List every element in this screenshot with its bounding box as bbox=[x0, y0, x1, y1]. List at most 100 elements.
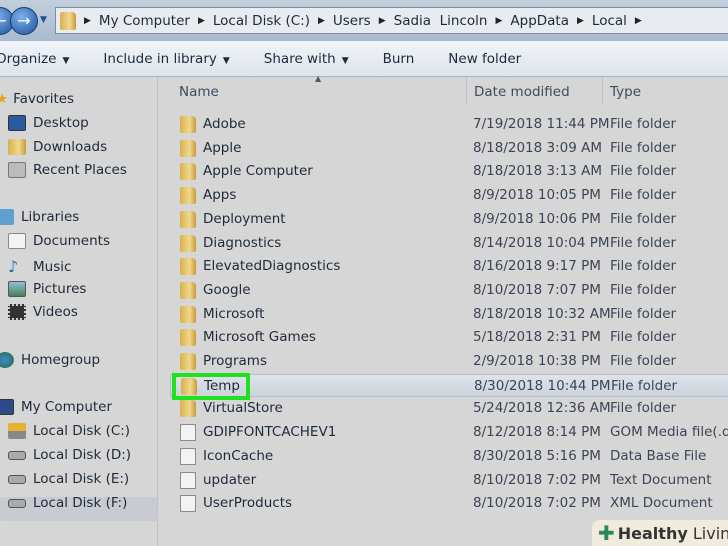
sidebar-recent-places[interactable]: Recent Places bbox=[8, 162, 127, 178]
breadcrumb-my-computer[interactable]: My Computer bbox=[99, 13, 190, 29]
column-header-name[interactable]: Name bbox=[179, 84, 219, 100]
burn-button[interactable]: Burn bbox=[383, 51, 415, 67]
sidebar-favorites[interactable]: ★ Favorites bbox=[0, 91, 74, 107]
file-row[interactable]: Temp 8/30/2018 10:44 PM File folder bbox=[170, 373, 728, 397]
new-folder-button[interactable]: New folder bbox=[448, 51, 521, 67]
star-icon: ★ bbox=[0, 91, 9, 107]
file-name: Diagnostics bbox=[203, 234, 282, 251]
file-row[interactable]: Deployment 8/9/2018 10:06 PM File folder bbox=[170, 208, 728, 231]
file-date-modified: 8/18/2018 10:32 AM bbox=[473, 305, 611, 322]
sidebar-downloads[interactable]: Downloads bbox=[8, 139, 107, 155]
file-name: Programs bbox=[203, 353, 267, 369]
file-row[interactable]: UserProducts 8/10/2018 7:02 PM XML Docum… bbox=[170, 492, 728, 515]
file-row[interactable]: Microsoft 8/18/2018 10:32 AM File folder bbox=[170, 303, 728, 326]
file-type: File folder bbox=[610, 139, 677, 156]
file-row[interactable]: IconCache 8/30/2018 5:16 PM Data Base Fi… bbox=[170, 445, 728, 468]
breadcrumb-appdata[interactable]: AppData bbox=[510, 13, 569, 29]
dropdown-arrow-icon: ▼ bbox=[62, 55, 70, 66]
include-label: Include in library bbox=[103, 50, 217, 67]
file-row[interactable]: Apple 8/18/2018 3:09 AM File folder bbox=[170, 137, 728, 160]
file-type: File folder bbox=[610, 305, 677, 322]
file-name: VirtualStore bbox=[203, 400, 283, 417]
sidebar-pictures[interactable]: Pictures bbox=[8, 281, 86, 297]
organize-button[interactable]: Organize ▼ bbox=[0, 51, 69, 67]
column-header-type[interactable]: Type bbox=[610, 84, 641, 100]
file-date-modified: 8/10/2018 7:07 PM bbox=[473, 281, 601, 298]
drive-icon bbox=[8, 498, 26, 508]
folder-icon bbox=[180, 305, 196, 323]
file-row[interactable]: Google 8/10/2018 7:07 PM File folder bbox=[170, 279, 728, 302]
file-row[interactable]: GDIPFONTCACHEV1 8/12/2018 8:14 PM GOM Me… bbox=[170, 421, 728, 444]
sidebar-local-disk-e[interactable]: Local Disk (E:) bbox=[8, 471, 129, 487]
sidebar-my-computer[interactable]: My Computer bbox=[0, 399, 112, 415]
column-header-date-modified[interactable]: Date modified bbox=[474, 84, 570, 100]
sidebar-libraries[interactable]: Libraries bbox=[0, 209, 79, 225]
label: Downloads bbox=[33, 139, 108, 155]
sidebar-desktop[interactable]: Desktop bbox=[8, 115, 89, 131]
file-row[interactable]: Apple Computer 8/18/2018 3:13 AM File fo… bbox=[170, 160, 728, 183]
downloads-icon bbox=[8, 139, 26, 155]
file-row[interactable]: Programs 2/9/2018 10:38 PM File folder bbox=[170, 350, 728, 373]
recent-places-icon bbox=[8, 162, 26, 178]
file-row[interactable]: Adobe 7/19/2018 11:44 PM File folder bbox=[170, 113, 728, 136]
label: Favorites bbox=[13, 91, 75, 107]
file-row[interactable]: ElevatedDiagnostics 8/16/2018 9:17 PM Fi… bbox=[170, 255, 728, 278]
sidebar-videos[interactable]: Videos bbox=[8, 304, 78, 320]
command-bar: Organize ▼ Include in library ▼ Share with… bbox=[0, 41, 728, 77]
share-label: Share with bbox=[263, 50, 336, 67]
label: Pictures bbox=[33, 281, 87, 297]
file-name: Adobe bbox=[203, 116, 246, 132]
db-file-icon bbox=[180, 447, 196, 465]
desktop-icon bbox=[8, 115, 26, 131]
forward-button[interactable]: → bbox=[10, 7, 38, 35]
file-name: Microsoft Games bbox=[203, 329, 316, 346]
file-row[interactable]: Apps 8/9/2018 10:05 PM File folder bbox=[170, 184, 728, 207]
file-type: Data Base File bbox=[610, 447, 707, 464]
watermark-bold: Healthy bbox=[617, 523, 688, 543]
file-type: File folder bbox=[610, 258, 677, 275]
file-type: File folder bbox=[610, 116, 677, 132]
breadcrumb-users[interactable]: Users bbox=[333, 13, 371, 29]
column-headers: Name ▲ Date modified Type bbox=[158, 74, 728, 105]
file-name: Deployment bbox=[203, 210, 286, 227]
label: Videos bbox=[33, 304, 78, 320]
xml-file-icon bbox=[180, 495, 196, 513]
share-with-button[interactable]: Share with ▼ bbox=[264, 51, 349, 67]
file-type: File folder bbox=[610, 210, 677, 227]
computer-icon bbox=[0, 399, 14, 415]
file-type: File folder bbox=[610, 353, 677, 369]
file-name: GDIPFONTCACHEV1 bbox=[203, 424, 337, 441]
file-type: GOM Media file(.d... bbox=[610, 424, 728, 441]
file-row[interactable]: Microsoft Games 5/18/2018 2:31 PM File f… bbox=[170, 326, 728, 349]
dropdown-arrow-icon: ▼ bbox=[222, 55, 230, 66]
file-date-modified: 8/16/2018 9:17 PM bbox=[473, 258, 601, 275]
sidebar-local-disk-f[interactable]: Local Disk (F:) bbox=[8, 495, 127, 511]
recent-pages-dropdown[interactable]: ▼ bbox=[40, 15, 47, 25]
sidebar-local-disk-d[interactable]: Local Disk (D:) bbox=[8, 447, 131, 463]
videos-icon bbox=[8, 304, 26, 320]
breadcrumb-local-disk-c[interactable]: Local Disk (C:) bbox=[213, 13, 310, 29]
include-in-library-button[interactable]: Include in library ▼ bbox=[103, 51, 229, 67]
file-row[interactable]: updater 8/10/2018 7:02 PM Text Document bbox=[170, 469, 728, 492]
file-type: File folder bbox=[610, 329, 677, 346]
file-date-modified: 8/9/2018 10:05 PM bbox=[473, 187, 601, 204]
file-type: Text Document bbox=[610, 471, 712, 488]
file-date-modified: 2/9/2018 10:38 PM bbox=[473, 353, 601, 369]
address-input[interactable]: ▶ My Computer ▶ Local Disk (C:) ▶ Users ▶ S… bbox=[55, 7, 728, 34]
address-bar-area: ← → ▼ ▶ My Computer ▶ Local Disk (C:) ▶ Us… bbox=[0, 0, 728, 41]
file-row[interactable]: Diagnostics 8/14/2018 10:04 PM File fold… bbox=[170, 232, 728, 255]
sidebar-homegroup[interactable]: Homegroup bbox=[0, 352, 100, 368]
sidebar-local-disk-c[interactable]: Local Disk (C:) bbox=[8, 423, 130, 439]
column-divider[interactable] bbox=[602, 77, 603, 105]
breadcrumb-user[interactable]: Sadia Lincoln bbox=[394, 13, 488, 29]
file-type: File folder bbox=[610, 187, 677, 204]
sidebar-music[interactable]: ♪ Music bbox=[8, 257, 71, 276]
breadcrumb-local[interactable]: Local bbox=[592, 13, 627, 29]
file-name: ElevatedDiagnostics bbox=[203, 258, 341, 275]
column-divider[interactable] bbox=[466, 77, 467, 105]
label: Libraries bbox=[21, 209, 80, 225]
label: Homegroup bbox=[21, 352, 101, 368]
sidebar-documents[interactable]: Documents bbox=[8, 233, 110, 249]
file-row[interactable]: VirtualStore 5/24/2018 12:36 AM File fol… bbox=[170, 397, 728, 420]
file-date-modified: 8/14/2018 10:04 PM bbox=[473, 234, 610, 251]
